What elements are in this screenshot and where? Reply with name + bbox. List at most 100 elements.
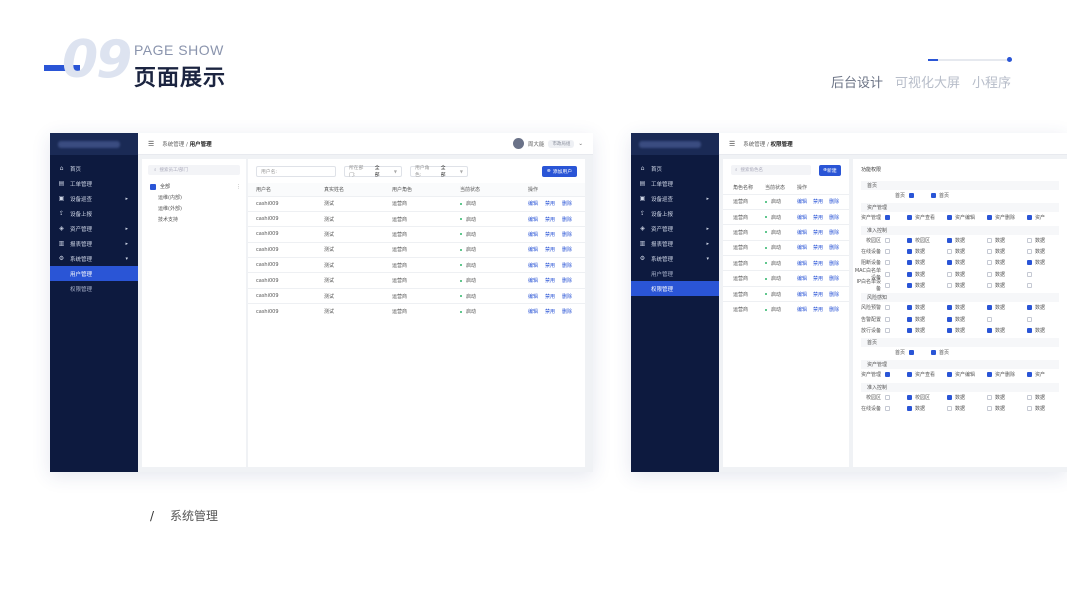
- permission-toggle[interactable]: [885, 260, 907, 266]
- action-link[interactable]: 禁用: [545, 232, 555, 238]
- checkbox[interactable]: [947, 305, 952, 311]
- checkbox[interactable]: [947, 316, 952, 322]
- sidebar-subitem[interactable]: 用户管理: [50, 266, 138, 281]
- action-link[interactable]: 编辑: [797, 245, 807, 251]
- checkbox[interactable]: [1027, 372, 1032, 378]
- action-link[interactable]: 禁用: [813, 276, 823, 282]
- permission-option[interactable]: 数据: [947, 405, 987, 412]
- permission-option[interactable]: 数据: [987, 282, 1027, 289]
- action-link[interactable]: 删除: [829, 292, 839, 298]
- permission-option[interactable]: [1027, 316, 1067, 322]
- checkbox[interactable]: [885, 282, 890, 288]
- permission-option[interactable]: 数据: [947, 237, 987, 244]
- checkbox[interactable]: [987, 316, 992, 322]
- action-link[interactable]: 编辑: [797, 276, 807, 282]
- action-link[interactable]: 禁用: [813, 199, 823, 205]
- checkbox[interactable]: [987, 327, 992, 333]
- checkbox[interactable]: [909, 193, 914, 199]
- checkbox[interactable]: [885, 406, 890, 411]
- sidebar-item[interactable]: ▤ 工单管理: [50, 176, 138, 191]
- checkbox[interactable]: [931, 350, 936, 356]
- permission-option[interactable]: 资产查看: [907, 214, 947, 221]
- menu-toggle-icon[interactable]: ☰: [148, 140, 154, 148]
- action-link[interactable]: 编辑: [528, 263, 538, 269]
- new-role-button[interactable]: ⊕ 新建: [819, 164, 841, 176]
- permission-option[interactable]: 数据: [987, 394, 1027, 401]
- checkbox[interactable]: [907, 215, 912, 221]
- action-link[interactable]: 删除: [829, 261, 839, 267]
- permission-toggle[interactable]: [885, 372, 907, 378]
- action-link[interactable]: 禁用: [813, 307, 823, 313]
- action-link[interactable]: 禁用: [813, 261, 823, 267]
- sidebar-item[interactable]: ⌂ 首页: [631, 161, 719, 176]
- role-search-input[interactable]: ⌕ 搜索角色名: [731, 165, 811, 175]
- sidebar-subitem[interactable]: 权限管理: [631, 281, 719, 296]
- permission-option[interactable]: 数据: [1027, 248, 1067, 255]
- filter-field[interactable]: 用户名:: [256, 165, 336, 177]
- tree-node[interactable]: 运维(内部): [142, 192, 246, 203]
- checkbox[interactable]: [947, 406, 952, 411]
- action-link[interactable]: 编辑: [528, 278, 538, 284]
- checkbox[interactable]: [947, 249, 952, 255]
- checkbox[interactable]: [947, 237, 952, 243]
- action-link[interactable]: 编辑: [797, 307, 807, 313]
- checkbox[interactable]: [1027, 215, 1032, 221]
- checkbox[interactable]: [1027, 305, 1032, 311]
- permission-toggle[interactable]: [885, 316, 907, 322]
- checkbox[interactable]: [1027, 249, 1032, 255]
- sidebar-item[interactable]: ⚙ 系统管理 ▾: [50, 251, 138, 266]
- permission-option[interactable]: 数据: [907, 282, 947, 289]
- category-tab[interactable]: 小程序: [972, 72, 1011, 91]
- permission-option[interactable]: 数据: [947, 327, 987, 334]
- permission-option[interactable]: 数据: [947, 248, 987, 255]
- checkbox[interactable]: [909, 350, 914, 356]
- checkbox[interactable]: [947, 327, 952, 333]
- checkbox[interactable]: [907, 305, 912, 311]
- permission-option[interactable]: 资产编辑: [947, 371, 987, 378]
- action-link[interactable]: 禁用: [545, 217, 555, 223]
- checkbox[interactable]: [931, 193, 936, 199]
- sidebar-item[interactable]: ▣ 设备巡查 ▸: [50, 191, 138, 206]
- menu-toggle-icon[interactable]: ☰: [729, 140, 735, 148]
- permission-option[interactable]: 数据: [947, 282, 987, 289]
- action-link[interactable]: 删除: [829, 199, 839, 205]
- action-link[interactable]: 禁用: [545, 263, 555, 269]
- action-link[interactable]: 禁用: [545, 294, 555, 300]
- checkbox[interactable]: [1027, 327, 1032, 333]
- permission-option[interactable]: [987, 316, 1027, 322]
- checkbox[interactable]: [907, 406, 912, 411]
- sidebar-item[interactable]: ▥ 报表管理 ▸: [631, 236, 719, 251]
- permission-option[interactable]: 资产: [1027, 371, 1067, 378]
- checkbox[interactable]: [947, 282, 952, 288]
- checkbox[interactable]: [907, 282, 912, 288]
- permission-option[interactable]: 数据: [947, 316, 987, 323]
- action-link[interactable]: 删除: [562, 278, 572, 284]
- category-tab[interactable]: 可视化大屏: [895, 72, 960, 91]
- permission-toggle[interactable]: [885, 305, 907, 311]
- permission-option[interactable]: 数据: [1027, 394, 1067, 401]
- checkbox[interactable]: [885, 215, 890, 221]
- permission-option[interactable]: 校园区: [907, 237, 947, 244]
- permission-option[interactable]: 数据: [907, 248, 947, 255]
- permission-toggle[interactable]: [885, 327, 907, 333]
- checkbox[interactable]: [987, 249, 992, 255]
- checkbox[interactable]: [987, 271, 992, 277]
- tree-node[interactable]: 全部 ⋮: [142, 181, 246, 192]
- checkbox[interactable]: [907, 237, 912, 243]
- action-link[interactable]: 禁用: [545, 247, 555, 253]
- sidebar-subitem[interactable]: 用户管理: [631, 266, 719, 281]
- tree-node[interactable]: 运维(外部): [142, 203, 246, 214]
- checkbox[interactable]: [947, 215, 952, 221]
- permission-toggle[interactable]: [885, 237, 907, 243]
- permission-option[interactable]: 数据: [907, 405, 947, 412]
- add-user-button[interactable]: ⊕ 添加用户: [541, 166, 577, 177]
- permission-option[interactable]: [1027, 271, 1067, 277]
- sidebar-item[interactable]: ▤ 工单管理: [631, 176, 719, 191]
- permission-option[interactable]: 资产删除: [987, 371, 1027, 378]
- permission-option[interactable]: 数据: [907, 271, 947, 278]
- action-link[interactable]: 禁用: [545, 201, 555, 207]
- permission-option[interactable]: 数据: [987, 271, 1027, 278]
- action-link[interactable]: 编辑: [528, 232, 538, 238]
- tree-node[interactable]: 技术支持: [142, 214, 246, 225]
- permission-option[interactable]: 数据: [987, 327, 1027, 334]
